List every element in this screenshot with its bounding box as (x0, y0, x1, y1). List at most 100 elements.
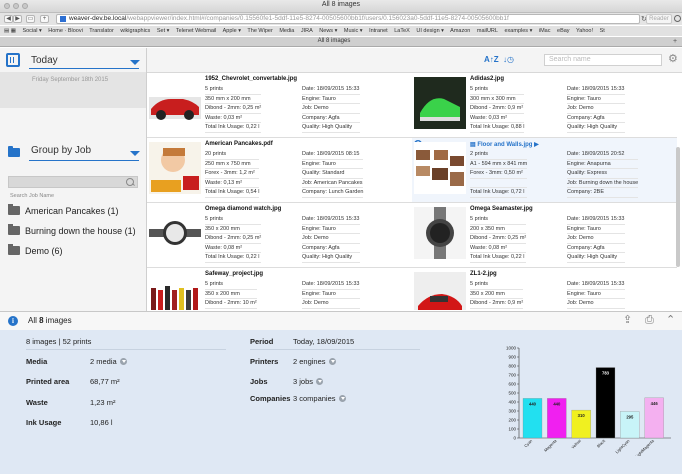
card-filename: 1952_Chevrolet_convertable.jpg (205, 76, 298, 82)
browser-tab[interactable]: All 8 images (0, 37, 668, 46)
card-filename: Adidas2.jpg (470, 76, 505, 82)
bookmarks-bar: ▤ ▦ Social ▾ Home · Bloovi Translator wi… (0, 26, 682, 36)
companies-label: Companies (250, 394, 291, 403)
printers-value[interactable]: 2 engines (293, 357, 336, 366)
card-details-left: 5 prints 350 x 200 mm Dibond - 2mm: 0,25 m… (205, 215, 262, 263)
image-card[interactable]: 1952_Chevrolet_convertable.jpg 5 prints 3… (147, 73, 412, 138)
job-list-item[interactable]: Burning down the house (1) (8, 224, 136, 236)
folder-icon (8, 244, 20, 255)
group-filter-underline (29, 160, 139, 161)
jobs-value[interactable]: 3 jobs (293, 377, 324, 386)
bookmark-item[interactable]: Social ▾ (22, 28, 41, 34)
chevron-down-icon[interactable] (316, 378, 324, 385)
companies-value[interactable]: 3 companies (293, 394, 346, 403)
image-card[interactable]: American Pancakes.pdf 20 prints 250 mm x … (147, 138, 412, 203)
bookmark-item[interactable]: Media (279, 28, 294, 34)
category-label: Black (596, 438, 606, 448)
url-host: weaver-dev.be.local (69, 15, 127, 22)
image-card[interactable]: Safeway_project.jpg 5 prints 350 x 200 mm… (147, 268, 412, 310)
job-list-item[interactable]: Demo (6) (8, 244, 63, 256)
sort-time-button[interactable]: ↓◷ (503, 55, 514, 64)
chevron-down-icon[interactable] (130, 151, 140, 156)
bookmark-item[interactable]: examples ▾ (505, 28, 533, 34)
media-label: Media (26, 357, 48, 366)
bookmark-item[interactable]: Telenet Webmail (176, 28, 217, 34)
category-label: Magenta (543, 438, 558, 453)
bookmark-item[interactable]: The Wiper (247, 28, 272, 34)
grid-scrollbar[interactable] (676, 147, 680, 267)
card-details-left: 5 prints 350 x 200 mm Dibond - 2mm: 0,9 m² (470, 280, 524, 309)
image-card[interactable]: ZL1-2.jpg 5 prints 350 x 200 mm Dibond - 2… (412, 268, 677, 310)
print-icon[interactable]: ⎙ (645, 315, 654, 326)
chevron-down-icon[interactable] (328, 358, 336, 365)
bookmark-item[interactable]: News ▾ (319, 28, 337, 34)
y-tick-label: 100 (508, 427, 516, 432)
share-icon[interactable]: ⇪ (623, 315, 632, 326)
back-button[interactable]: ◀ (4, 15, 13, 23)
chevron-down-icon[interactable] (338, 395, 346, 402)
bookmark-item[interactable]: JIRA (301, 28, 313, 34)
bar-value-label: 440 (553, 401, 561, 406)
folder-icon (8, 224, 20, 235)
image-card[interactable]: Omega Seamaster.jpg 5 prints 200 x 350 mm… (412, 203, 677, 268)
thumbnail-floor (414, 142, 466, 194)
add-tab-icon[interactable]: + (670, 38, 680, 45)
image-card-selected[interactable]: 3 ▤ Floor and Walls.jpg ▶ 2 printsA1 - 5… (412, 138, 677, 203)
bookmark-item[interactable]: Amazon (450, 28, 470, 34)
bookmark-item[interactable]: Apple ▾ (223, 28, 241, 34)
bookmark-item[interactable]: eBay (557, 28, 570, 34)
ink-usage-label: Ink Usage (26, 418, 62, 427)
ink-usage-chart: 0 100 200 300 400 500 600 700 800 900 1000 440 Cyan 4… (506, 346, 671, 456)
bookmark-item[interactable]: Translator (89, 28, 114, 34)
job-search-input[interactable] (8, 176, 138, 188)
bookmark-item[interactable]: Music ▾ (344, 28, 363, 34)
tabs-overview-button[interactable]: ▭ (26, 15, 35, 23)
card-details-right: Date: 18/09/2015 15:33 Engine: Tauro Job: … (302, 85, 360, 133)
reader-button[interactable]: Reader (646, 14, 672, 24)
bookmark-item[interactable]: Home · Bloovi (48, 28, 83, 34)
image-card[interactable]: Adidas2.jpg 5 prints 300 mm x 300 mm Dibon… (412, 73, 677, 138)
bar-value-label: 295 (626, 414, 634, 419)
gear-icon[interactable]: ⚙ (668, 54, 678, 65)
job-label: Burning down the house (1) (25, 226, 136, 236)
bookmark-item[interactable]: Yahoo! (576, 28, 593, 34)
chevron-down-icon[interactable] (130, 60, 140, 65)
image-grid: 1952_Chevrolet_convertable.jpg 5 prints 3… (147, 73, 682, 310)
download-icon[interactable] (674, 15, 681, 22)
date-filter-select[interactable]: Today (31, 55, 58, 66)
group-by-select[interactable]: Group by Job (31, 145, 91, 156)
y-tick-label: 700 (508, 373, 516, 378)
bookmark-item[interactable]: UI design ▾ (416, 28, 444, 34)
window-title: All 8 images (321, 1, 361, 8)
bookmark-item[interactable]: LaTeX (394, 28, 410, 34)
media-value[interactable]: 2 media (90, 357, 127, 366)
bookmark-item[interactable]: Set ▾ (157, 28, 170, 34)
bookmark-item[interactable]: iMac (539, 28, 551, 34)
bookmark-item[interactable]: mailURL (477, 28, 498, 34)
thumbnail-watch (149, 207, 201, 259)
image-toolbar: A↑Z ↓◷ Search name ⚙ (147, 48, 682, 73)
collapse-icon[interactable]: ⌃ (666, 315, 675, 326)
forward-button[interactable]: ▶ (13, 15, 22, 23)
new-tab-button[interactable]: + (40, 15, 49, 23)
chevron-down-icon[interactable] (119, 358, 127, 365)
bookmark-item[interactable]: St (600, 28, 605, 34)
y-tick-label: 300 (508, 409, 516, 414)
name-search-input[interactable]: Search name (544, 54, 662, 66)
bookmarks-icon[interactable]: ▤ ▦ (4, 28, 16, 34)
info-icon: i (8, 316, 18, 326)
ink-usage-value: 10,86 l (90, 418, 113, 427)
bookmark-item[interactable]: Intranet (369, 28, 388, 34)
image-card[interactable]: Omega diamond watch.jpg 5 prints 350 x 20… (147, 203, 412, 268)
url-bar[interactable]: weaver-dev.be.local/webappviewer/index.h… (56, 14, 640, 24)
folder-icon (8, 146, 20, 157)
period-label: Period (250, 337, 274, 346)
job-list-item[interactable]: American Pancakes (1) (8, 204, 119, 216)
sort-alpha-button[interactable]: A↑Z (484, 55, 499, 64)
printed-area-label: Printed area (26, 377, 70, 386)
calendar-icon (6, 53, 20, 67)
bookmark-item[interactable]: wikigraphics (120, 28, 150, 34)
card-details-right: Date: 18/09/2015 15:33 Engine: Tauro Job: … (567, 280, 625, 309)
card-details-left: 20 prints 250 mm x 750 mm Forex - 3mm: 1,2… (205, 150, 260, 198)
summary-count: 8 images | 52 prints (26, 337, 92, 346)
